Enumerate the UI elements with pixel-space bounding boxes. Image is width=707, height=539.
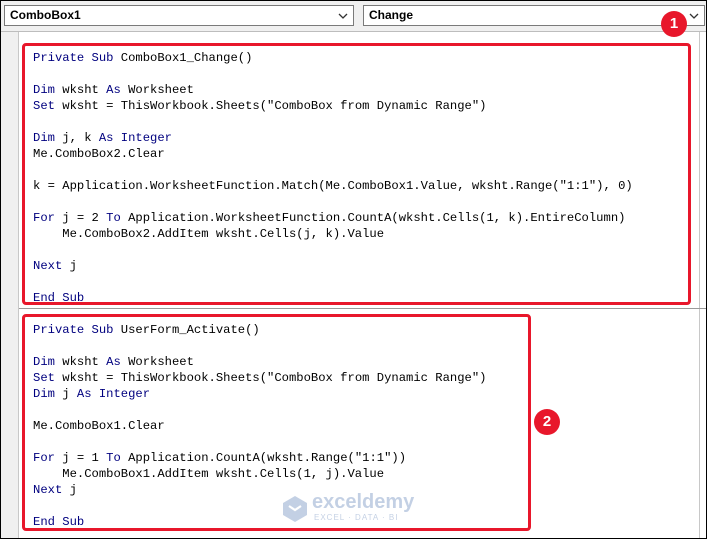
code-keyword: To xyxy=(106,211,121,225)
code-text: k = Application.WorksheetFunction.Match(… xyxy=(33,179,633,193)
code-line[interactable]: Dim j, k As Integer xyxy=(33,130,172,146)
code-text: Application.WorksheetFunction.CountA(wks… xyxy=(120,211,626,225)
code-text: Me.ComboBox2.Clear xyxy=(33,147,165,161)
code-line[interactable]: End Sub xyxy=(33,290,84,306)
code-text: j, k xyxy=(54,131,99,145)
code-line[interactable]: For j = 1 To Application.CountA(wksht.Ra… xyxy=(33,450,406,466)
code-text: Me.ComboBox2.AddItem wksht.Cells(j, k).V… xyxy=(33,227,385,241)
code-text: j = 1 xyxy=(54,451,107,465)
code-line[interactable]: Set wksht = ThisWorkbook.Sheets("ComboBo… xyxy=(33,370,486,386)
chevron-down-icon[interactable] xyxy=(686,7,702,24)
code-keyword: End Sub xyxy=(33,291,85,305)
code-text: UserForm_Activate() xyxy=(113,323,260,337)
code-keyword: As Integer xyxy=(76,387,151,401)
code-text: wksht = ThisWorkbook.Sheets("ComboBox fr… xyxy=(54,99,487,113)
procedure-dropdown-value: Change xyxy=(369,8,414,22)
code-keyword: As xyxy=(106,83,121,97)
code-keyword: Private Sub xyxy=(33,323,114,337)
code-text: j = 2 xyxy=(54,211,107,225)
code-line[interactable]: Next j xyxy=(33,482,77,498)
scrollbar-edge xyxy=(699,32,700,538)
code-keyword: As Integer xyxy=(98,131,172,145)
code-keyword: Private Sub xyxy=(33,51,114,65)
chevron-down-icon[interactable] xyxy=(335,7,351,24)
code-keyword: Next xyxy=(33,483,63,497)
code-keyword: Set xyxy=(33,371,55,385)
code-line[interactable]: End Sub xyxy=(33,514,84,530)
procedure-dropdown[interactable]: Change xyxy=(363,5,705,26)
code-keyword: As xyxy=(106,355,121,369)
code-text: j xyxy=(54,387,77,401)
vba-code-window: ComboBox1 Change Private Sub ComboBox1_C… xyxy=(0,0,707,539)
code-line[interactable]: Set wksht = ThisWorkbook.Sheets("ComboBo… xyxy=(33,98,486,114)
code-text: wksht = ThisWorkbook.Sheets("ComboBox fr… xyxy=(54,371,487,385)
procedure-separator xyxy=(19,308,706,309)
code-line[interactable]: Dim wksht As Worksheet xyxy=(33,354,194,370)
code-line[interactable]: For j = 2 To Application.WorksheetFuncti… xyxy=(33,210,625,226)
code-keyword: End Sub xyxy=(33,515,85,529)
step-badge-2: 2 xyxy=(534,409,560,435)
code-keyword: Next xyxy=(33,259,63,273)
code-line[interactable]: Next j xyxy=(33,258,77,274)
code-keyword: Set xyxy=(33,99,55,113)
code-line[interactable]: Private Sub UserForm_Activate() xyxy=(33,322,260,338)
code-keyword: Dim xyxy=(33,83,55,97)
step-badge-1: 1 xyxy=(661,11,687,37)
code-keyword: For xyxy=(33,451,55,465)
code-text: Application.CountA(wksht.Range("1:1")) xyxy=(120,451,407,465)
code-line[interactable]: Dim j As Integer xyxy=(33,386,150,402)
code-text: wksht xyxy=(54,83,107,97)
code-text: Me.ComboBox1.Clear xyxy=(33,419,165,433)
code-keyword: For xyxy=(33,211,55,225)
code-keyword: To xyxy=(106,451,121,465)
code-line[interactable]: k = Application.WorksheetFunction.Match(… xyxy=(33,178,633,194)
code-text: j xyxy=(62,259,77,273)
code-line[interactable]: Me.ComboBox2.AddItem wksht.Cells(j, k).V… xyxy=(33,226,384,242)
margin-indicator-bar[interactable] xyxy=(1,32,19,538)
code-text: Worksheet xyxy=(120,355,194,369)
code-text: j xyxy=(62,483,77,497)
code-line[interactable]: Me.ComboBox2.Clear xyxy=(33,146,165,162)
code-window-toolbar: ComboBox1 Change xyxy=(1,1,706,32)
object-dropdown[interactable]: ComboBox1 xyxy=(4,5,354,26)
code-keyword: Dim xyxy=(33,387,55,401)
code-text: Me.ComboBox1.AddItem wksht.Cells(1, j).V… xyxy=(33,467,385,481)
code-line[interactable]: Private Sub ComboBox1_Change() xyxy=(33,50,252,66)
code-line[interactable]: Dim wksht As Worksheet xyxy=(33,82,194,98)
code-keyword: Dim xyxy=(33,131,55,145)
code-text: ComboBox1_Change() xyxy=(113,51,253,65)
object-dropdown-value: ComboBox1 xyxy=(10,8,81,22)
code-text: wksht xyxy=(54,355,107,369)
code-text: Worksheet xyxy=(120,83,194,97)
code-line[interactable]: Me.ComboBox1.AddItem wksht.Cells(1, j).V… xyxy=(33,466,384,482)
code-keyword: Dim xyxy=(33,355,55,369)
code-line[interactable]: Me.ComboBox1.Clear xyxy=(33,418,165,434)
